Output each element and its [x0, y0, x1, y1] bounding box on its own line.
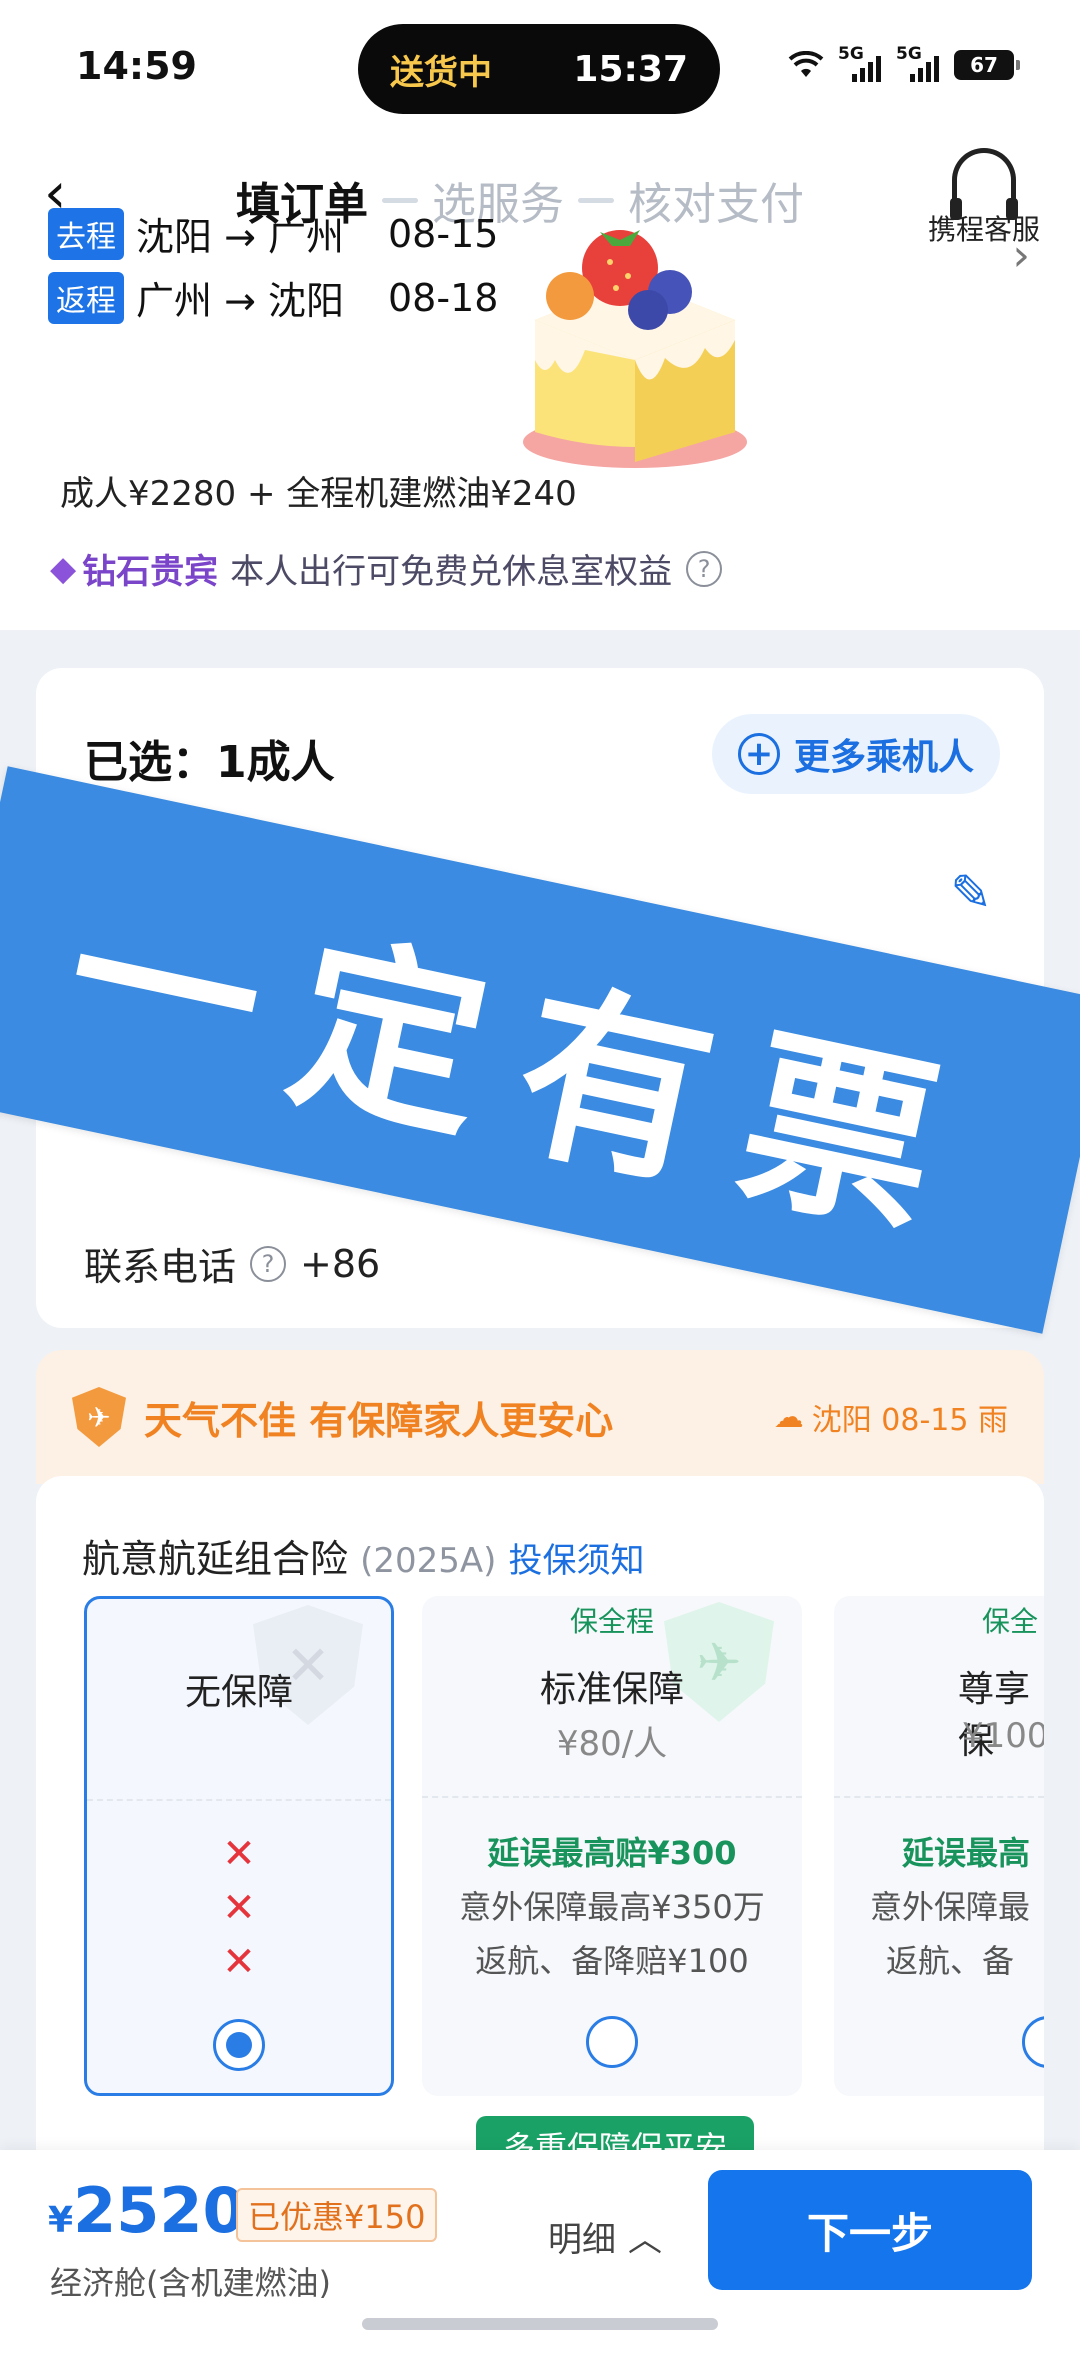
add-passenger-label: 更多乘机人: [793, 737, 974, 778]
shield-plane-icon: ✈: [72, 1387, 126, 1447]
option-divider: [422, 1796, 802, 1798]
step-divider: [382, 197, 418, 203]
status-icons: 5G 5G 67: [788, 44, 1020, 82]
vip-text: 本人出行可免费兑休息室权益: [230, 552, 673, 592]
radio-unselected[interactable]: [586, 2016, 638, 2068]
wifi-icon: [788, 51, 824, 77]
option-divider: [834, 1796, 1044, 1798]
trip-route: 广州 → 沈阳: [136, 279, 344, 323]
option-benefit: 返航、备降赔¥100: [475, 1942, 749, 1980]
insurance-notice-link[interactable]: 投保须知: [509, 1541, 645, 1581]
insurance-option-premium[interactable]: 保全 尊享保 ¥100 延误最高 意外保障最 返航、备: [834, 1596, 1044, 2096]
contact-phone-row[interactable]: 联系电话 ? +86: [84, 1236, 380, 1291]
option-tag: 保全: [982, 1605, 1039, 1638]
trip-return[interactable]: 返程 广州 → 沈阳 08-18: [48, 270, 498, 325]
option-name: 无保障: [184, 1672, 293, 1713]
island-label: 送货中: [390, 52, 492, 93]
signal-5g-icon-2: 5G: [896, 44, 940, 82]
weather-forecast-text: 沈阳 08-15 雨: [811, 1403, 1008, 1438]
status-time: 14:59: [76, 44, 197, 88]
phone-prefix: +86: [300, 1241, 381, 1286]
order-header: ‹ 填订单 选服务 核对支付 携程客服 去程 沈阳 → 广州 08-15 返程 …: [0, 130, 1080, 630]
price-amount: 2520: [73, 2174, 246, 2247]
trip-outbound[interactable]: 去程 沈阳 → 广州 08-15: [48, 206, 498, 261]
radio-unselected[interactable]: [1022, 2016, 1044, 2068]
order-page: 14:59 送货中 15:37 5G 5G 67 ‹ 填订单 选服务 核对支付 …: [0, 0, 1080, 2354]
phone-label: 联系电话: [84, 1245, 237, 1289]
trip-tag: 去程: [48, 207, 124, 260]
add-passenger-button[interactable]: + 更多乘机人: [711, 714, 1000, 794]
option-benefit: 延误最高: [902, 1834, 1031, 1872]
weather-banner: ✈ 天气不佳 有保障家人更安心 ☁ 沈阳 08-15 雨: [36, 1350, 1044, 1484]
price-detail-toggle[interactable]: 明细 ︿: [548, 2212, 662, 2261]
next-step-button[interactable]: 下一步: [708, 2170, 1032, 2290]
option-tag: 保全程: [569, 1605, 654, 1638]
diamond-icon: ◆: [50, 548, 77, 589]
insurance-option-standard[interactable]: ✈ 保全程 标准保障 ¥80/人 延误最高赔¥300 意外保障最高¥350万 返…: [422, 1596, 802, 2096]
trip-tag: 返程: [48, 271, 124, 324]
weather-headline: 天气不佳 有保障家人更安心: [144, 1398, 614, 1443]
signal-5g-icon: 5G: [838, 44, 882, 82]
headset-icon: [949, 148, 1018, 220]
insurance-name: 航意航延组合险: [82, 1537, 349, 1581]
x-mark-icon: ✕: [222, 1939, 256, 1985]
chevron-right-icon[interactable]: ›: [1012, 230, 1030, 281]
cake-sticker-icon: [523, 230, 747, 468]
vip-level: 钻石贵宾: [82, 552, 219, 592]
rain-cloud-icon: ☁: [773, 1399, 804, 1435]
fare-text: 成人¥2280 + 全程机建燃油¥240: [60, 474, 577, 514]
option-price: ¥80/人: [556, 1724, 668, 1764]
plus-circle-icon: +: [737, 733, 780, 775]
chevron-up-icon: ︿: [628, 2220, 662, 2260]
option-name: 标准保障: [539, 1669, 684, 1710]
step-divider: [578, 197, 614, 203]
price-currency: ¥: [48, 2200, 74, 2241]
cabin-class: 经济舱(含机建燃油): [50, 2264, 331, 2302]
option-benefit: 返航、备: [886, 1942, 1015, 1980]
weather-forecast: ☁ 沈阳 08-15 雨: [774, 1395, 1008, 1439]
edit-pencil-icon[interactable]: ✎: [950, 864, 992, 922]
option-benefit: 意外保障最高¥350万: [459, 1888, 765, 1926]
insurance-section: 航意航延组合险 (2025A) 投保须知 ✕ 无保障 ✕ ✕ ✕ ✈ 保全程 标…: [36, 1476, 1044, 2216]
trip-route: 沈阳 → 广州: [136, 215, 344, 259]
selected-passengers: 已选：1成人: [84, 737, 335, 788]
dynamic-island[interactable]: 送货中 15:37: [358, 24, 720, 114]
option-benefit: 延误最高赔¥300: [487, 1834, 737, 1872]
help-icon[interactable]: ?: [686, 550, 723, 587]
trip-date: 08-15: [388, 211, 499, 256]
option-price: ¥100: [962, 1716, 1044, 1756]
home-indicator[interactable]: [362, 2318, 718, 2330]
help-icon[interactable]: ?: [250, 1245, 287, 1282]
radio-selected[interactable]: [213, 2019, 265, 2071]
status-bar: 14:59 送货中 15:37 5G 5G 67: [0, 0, 1080, 130]
insurance-year: (2025A): [360, 1541, 497, 1581]
discount-badge: 已优惠¥150: [236, 2188, 438, 2242]
total-price: ¥ 2520: [48, 2174, 246, 2247]
x-mark-icon: ✕: [222, 1831, 256, 1877]
option-benefit: 意外保障最: [870, 1888, 1031, 1926]
insurance-title: 航意航延组合险 (2025A) 投保须知: [82, 1528, 645, 1583]
battery-icon: 67: [954, 50, 1020, 80]
detail-label: 明细: [548, 2220, 616, 2260]
island-time: 15:37: [573, 48, 688, 90]
insurance-option-none[interactable]: ✕ 无保障 ✕ ✕ ✕: [84, 1596, 394, 2096]
trip-date: 08-18: [388, 275, 499, 320]
option-divider: [87, 1799, 391, 1801]
x-mark-icon: ✕: [222, 1885, 256, 1931]
vip-benefit[interactable]: ◆ 钻石贵宾 本人出行可免费兑休息室权益 ?: [50, 544, 723, 593]
